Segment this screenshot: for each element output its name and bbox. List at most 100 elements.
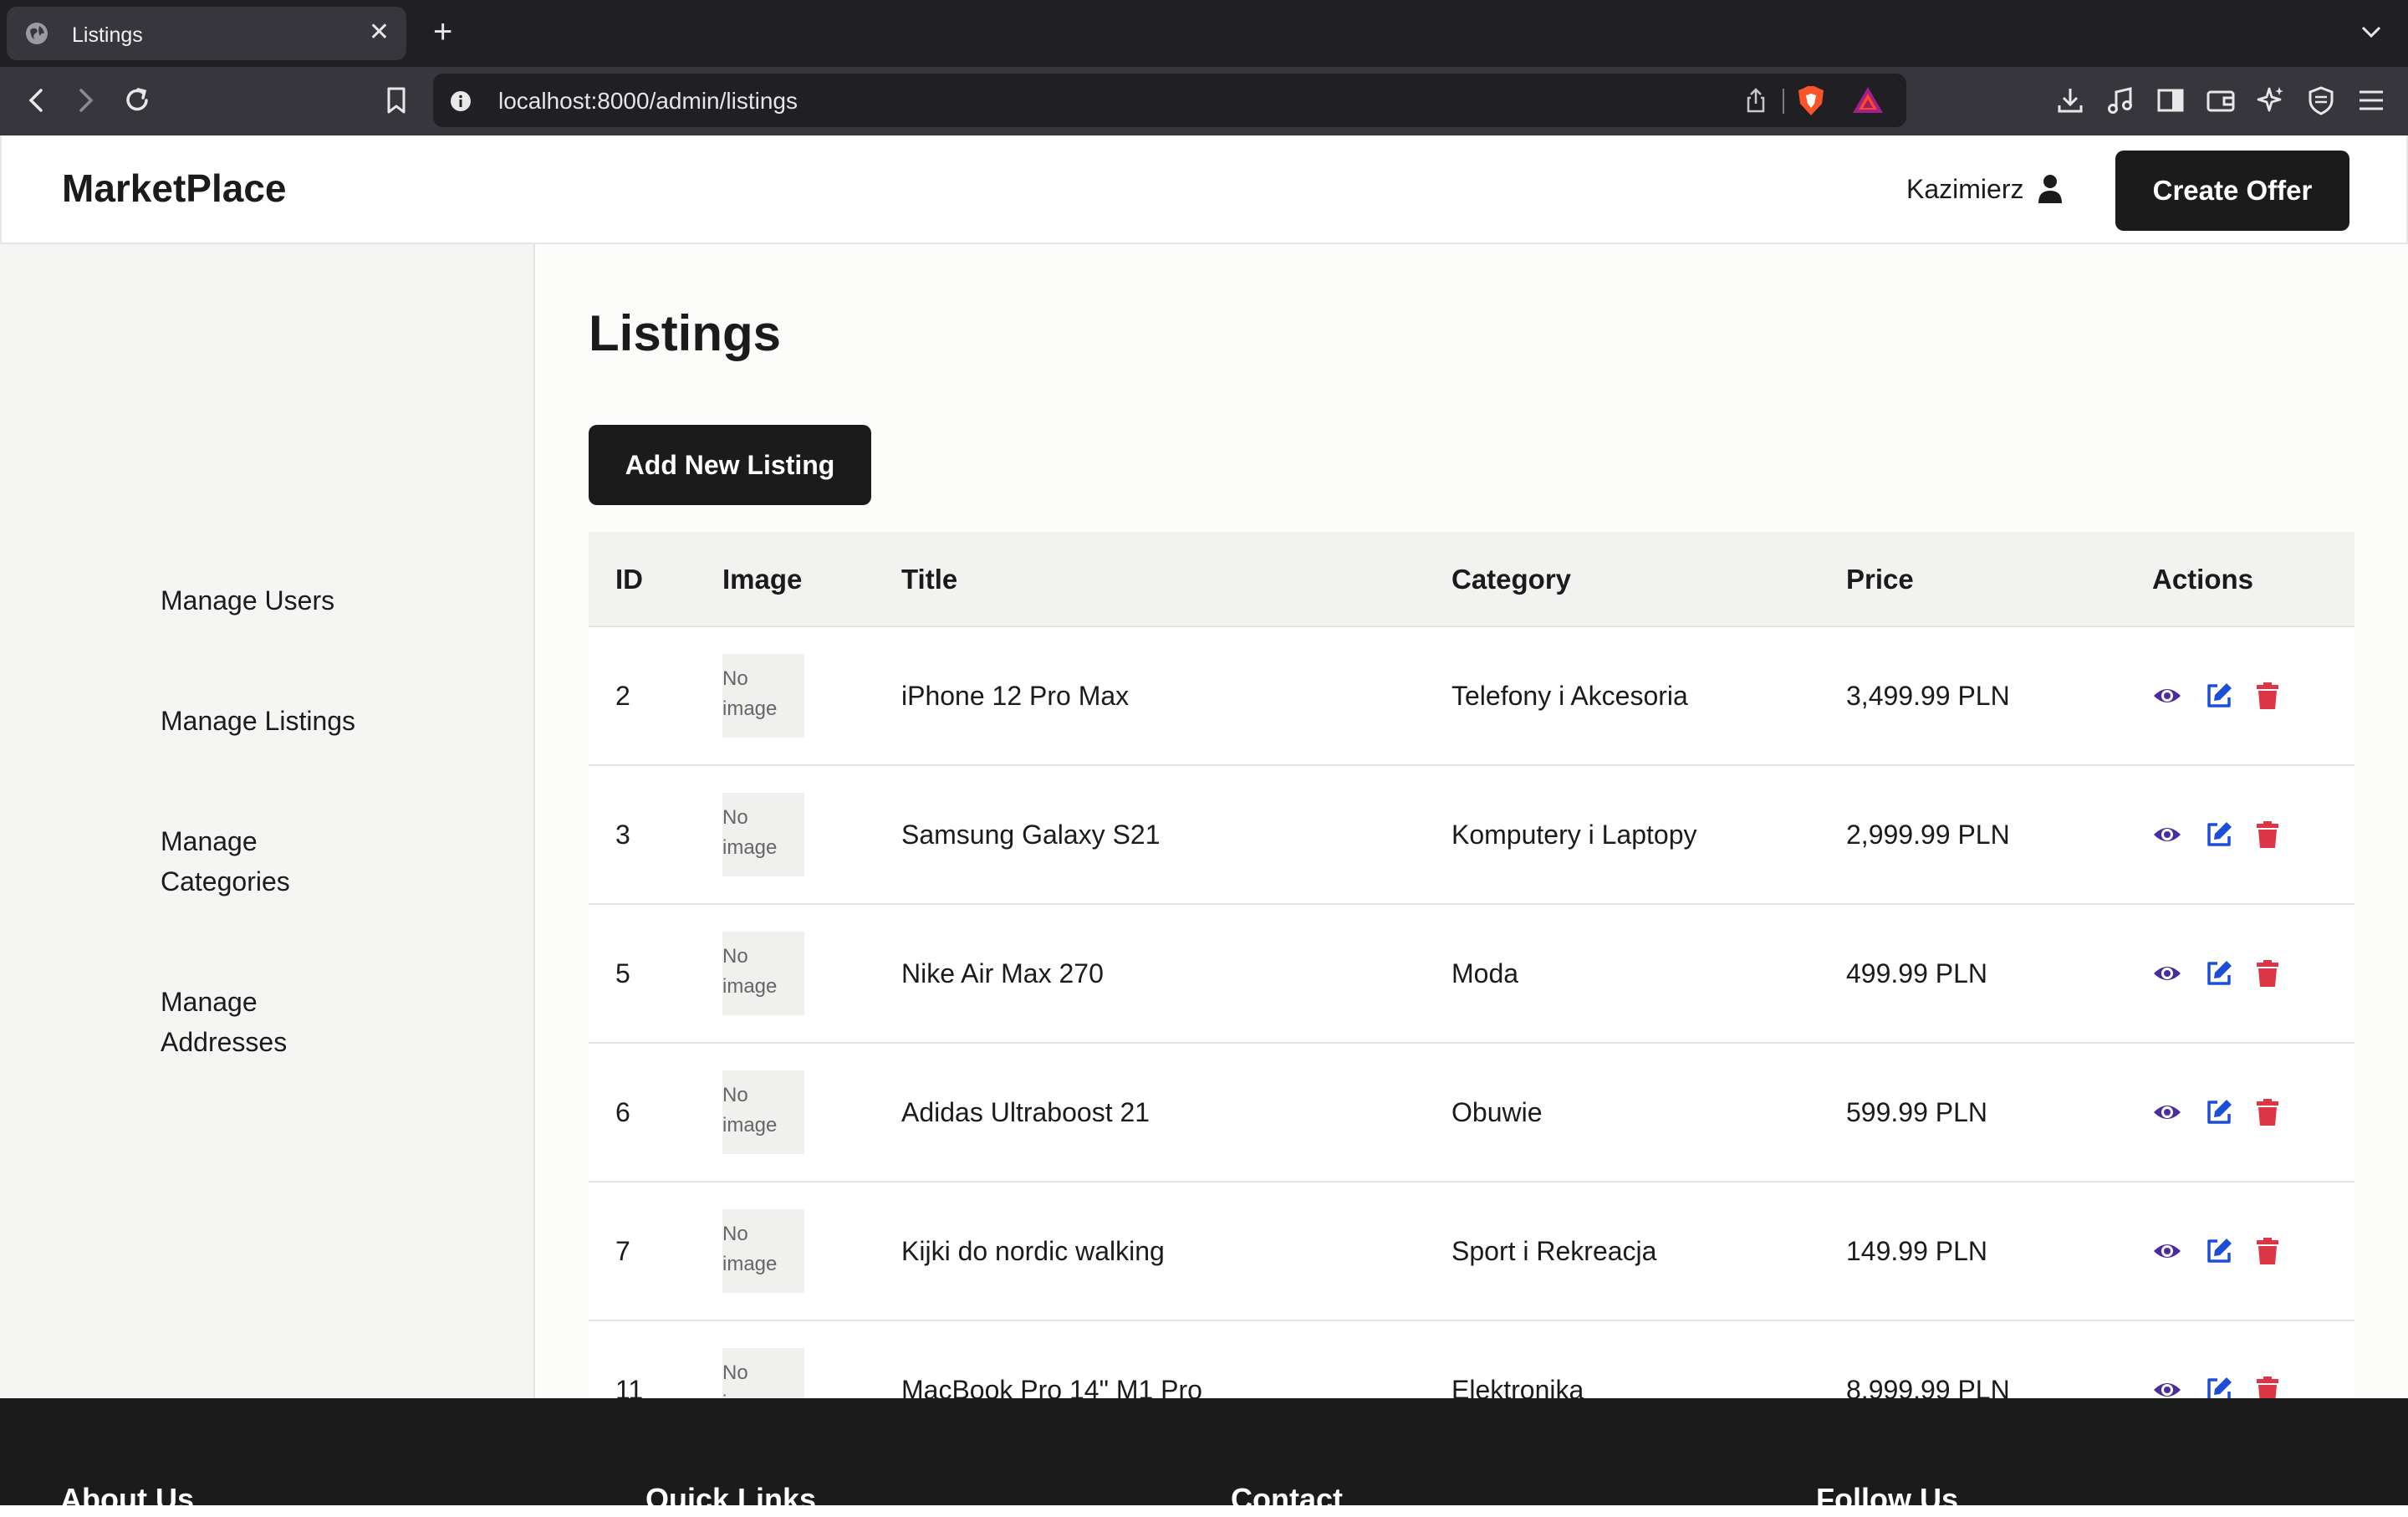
listings-table: ID Image Title Category Price Actions 2 N… xyxy=(589,532,2354,1460)
sidebar-item-listings[interactable]: Manage Listings xyxy=(161,701,411,741)
edit-icon[interactable] xyxy=(2204,958,2234,988)
globe-icon xyxy=(26,23,48,44)
listing-category: Komputery i Laptopy xyxy=(1451,820,1697,850)
listing-price: 2,999.99 PLN xyxy=(1846,820,2010,850)
listing-title: Kijki do nordic walking xyxy=(901,1236,1165,1266)
header-price: Price xyxy=(1846,564,1914,595)
music-icon[interactable] xyxy=(2104,84,2137,117)
footer-about-heading: About Us xyxy=(60,1482,194,1516)
listing-title: iPhone 12 Pro Max xyxy=(901,681,1130,711)
sidebar-item-addresses[interactable]: Manage Addresses xyxy=(161,982,328,1062)
brave-rewards-icon[interactable] xyxy=(1851,85,1885,115)
listing-title: Nike Air Max 270 xyxy=(901,958,1104,988)
view-icon[interactable] xyxy=(2152,1236,2182,1266)
site-footer: About Us Quick Links Contact Follow Us xyxy=(0,1398,2408,1516)
view-icon[interactable] xyxy=(2152,681,2182,711)
delete-icon[interactable] xyxy=(2252,1097,2283,1127)
no-image-text: No image xyxy=(722,1223,778,1275)
back-icon[interactable] xyxy=(18,82,55,119)
address-bar[interactable]: localhost:8000/admin/listings xyxy=(433,74,1906,127)
no-image-text: No image xyxy=(722,945,778,998)
share-icon[interactable] xyxy=(1742,87,1769,114)
create-offer-button[interactable]: Create Offer xyxy=(2115,151,2349,231)
leo-ai-icon[interactable] xyxy=(2254,84,2288,117)
url-text[interactable]: localhost:8000/admin/listings xyxy=(498,88,798,115)
listing-image-placeholder: No image xyxy=(722,1209,804,1293)
view-icon[interactable] xyxy=(2152,1097,2182,1127)
bookmark-icon[interactable] xyxy=(378,82,415,119)
sidebar-toggle-icon[interactable] xyxy=(2154,84,2187,117)
listing-id: 5 xyxy=(615,958,630,988)
footer-quick-links-heading: Quick Links xyxy=(645,1482,817,1516)
header-image: Image xyxy=(722,564,803,595)
header-actions: Actions xyxy=(2152,564,2254,595)
browser-toolbar: localhost:8000/admin/listings xyxy=(0,67,2408,135)
listing-price: 149.99 PLN xyxy=(1846,1236,1988,1266)
listing-image-placeholder: No image xyxy=(722,793,804,876)
user-name[interactable]: Kazimierz xyxy=(1906,174,2023,205)
listing-category: Obuwie xyxy=(1451,1097,1543,1127)
tab-title: Listings xyxy=(72,23,143,47)
listing-price: 3,499.99 PLN xyxy=(1846,681,2010,711)
header-category: Category xyxy=(1451,564,1572,595)
page-title: Listings xyxy=(589,305,782,361)
listing-image-placeholder: No image xyxy=(722,654,804,738)
table-row: 5 No image Nike Air Max 270 Moda 499.99 PLN xyxy=(589,905,2354,1044)
main-content: Listings Add New Listing ID Image Title … xyxy=(537,244,2408,1460)
admin-sidebar: Manage Users Manage Listings Manage Cate… xyxy=(0,244,535,1398)
no-image-text: No image xyxy=(722,1084,778,1136)
view-icon[interactable] xyxy=(2152,820,2182,850)
listing-id: 7 xyxy=(615,1236,630,1266)
header-title: Title xyxy=(901,564,958,595)
delete-icon[interactable] xyxy=(2252,958,2283,988)
sidebar-item-users[interactable]: Manage Users xyxy=(161,580,411,621)
edit-icon[interactable] xyxy=(2204,1236,2234,1266)
sidebar-item-categories[interactable]: Manage Categories xyxy=(161,821,328,902)
user-icon[interactable] xyxy=(2037,174,2064,204)
listing-image-placeholder: No image xyxy=(722,1070,804,1154)
menu-icon[interactable] xyxy=(2354,84,2388,117)
site-logo[interactable]: MarketPlace xyxy=(62,166,287,211)
footer-contact-heading: Contact xyxy=(1231,1482,1343,1516)
separator xyxy=(1783,89,1784,114)
header-id: ID xyxy=(615,564,643,595)
listing-price: 499.99 PLN xyxy=(1846,958,1988,988)
new-tab-icon[interactable]: + xyxy=(433,13,452,50)
footer-follow-heading: Follow Us xyxy=(1816,1482,1958,1516)
listing-id: 6 xyxy=(615,1097,630,1127)
brave-shields-icon[interactable] xyxy=(1796,85,1826,117)
listing-category: Sport i Rekreacja xyxy=(1451,1236,1657,1266)
delete-icon[interactable] xyxy=(2252,1236,2283,1266)
site-info-icon[interactable] xyxy=(450,90,472,112)
listing-id: 2 xyxy=(615,681,630,711)
no-image-text: No image xyxy=(722,667,778,720)
close-tab-icon[interactable]: ✕ xyxy=(369,18,390,47)
edit-icon[interactable] xyxy=(2204,1097,2234,1127)
delete-icon[interactable] xyxy=(2252,820,2283,850)
view-icon[interactable] xyxy=(2152,958,2182,988)
edit-icon[interactable] xyxy=(2204,681,2234,711)
chevron-down-icon[interactable] xyxy=(2354,15,2388,49)
delete-icon[interactable] xyxy=(2252,681,2283,711)
browser-tab-bar: Listings ✕ + xyxy=(0,0,2408,67)
forward-icon[interactable] xyxy=(67,82,104,119)
table-row: 2 No image iPhone 12 Pro Max Telefony i Akc… xyxy=(589,627,2354,766)
table-header: ID Image Title Category Price Actions xyxy=(589,532,2354,627)
download-icon[interactable] xyxy=(2053,84,2087,117)
wallet-icon[interactable] xyxy=(2204,84,2237,117)
edit-icon[interactable] xyxy=(2204,820,2234,850)
listing-image-placeholder: No image xyxy=(722,932,804,1015)
reload-icon[interactable] xyxy=(119,82,156,119)
site-header: MarketPlace Kazimierz Create Offer xyxy=(0,135,2408,244)
listing-category: Moda xyxy=(1451,958,1519,988)
table-row: 7 No image Kijki do nordic walking Sport i … xyxy=(589,1182,2354,1321)
table-row: 6 No image Adidas Ultraboost 21 Obuwie 599.9… xyxy=(589,1044,2354,1182)
listing-category: Telefony i Akcesoria xyxy=(1451,681,1688,711)
listing-title: Samsung Galaxy S21 xyxy=(901,820,1161,850)
listing-price: 599.99 PLN xyxy=(1846,1097,1988,1127)
add-listing-button[interactable]: Add New Listing xyxy=(589,425,871,505)
listing-id: 3 xyxy=(615,820,630,850)
vpn-shield-icon[interactable] xyxy=(2304,84,2338,117)
browser-tab[interactable]: Listings ✕ xyxy=(7,7,406,60)
no-image-text: No image xyxy=(722,806,778,859)
